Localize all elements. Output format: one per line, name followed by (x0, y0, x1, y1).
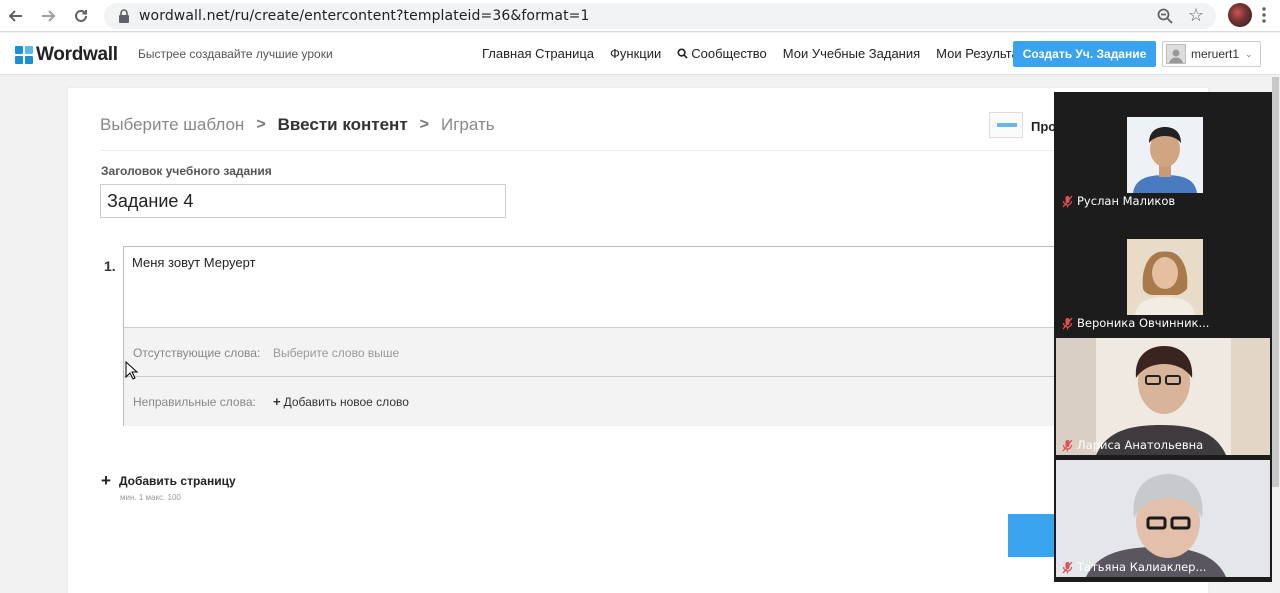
tagline: Быстрее создавайте лучшие уроки (138, 47, 333, 61)
username: meruert1 (1191, 47, 1240, 61)
zoom-icon[interactable] (1156, 7, 1174, 25)
site-header: Wordwall Быстрее создавайте лучшие уроки… (0, 33, 1280, 75)
item-editor: Меня зовут Меруерт Отсутствующие слова: … (123, 246, 1123, 426)
reload-icon[interactable] (70, 5, 92, 27)
item-text-input[interactable]: Меня зовут Меруерт (132, 255, 256, 270)
participant-name: Лариса Анатольевна (1062, 438, 1203, 452)
participant-name: Татьяна Калиаклер... (1062, 560, 1206, 574)
chevron-right-icon: > (419, 116, 429, 133)
url-text: wordwall.net/ru/create/entercontent?temp… (139, 8, 590, 24)
participant-tile[interactable]: Татьяна Калиаклер... (1056, 460, 1270, 577)
breadcrumb-step-template[interactable]: Выберите шаблон (100, 115, 244, 135)
video-call-panel: Руслан Маликов Вероника Овчинник... Лари… (1054, 92, 1272, 582)
participant-tile[interactable]: Вероника Овчинник... (1056, 216, 1270, 333)
participant-photo (1127, 239, 1203, 315)
participant-name: Вероника Овчинник... (1062, 316, 1209, 330)
create-activity-button[interactable]: Создать Уч. Задание (1013, 41, 1156, 67)
activity-title-label: Заголовок учебного задания (101, 164, 272, 178)
back-arrow-icon[interactable] (5, 5, 27, 27)
nav-community[interactable]: Сообщество (677, 46, 767, 61)
divider (100, 150, 1176, 151)
muted-mic-icon (1062, 317, 1073, 329)
browser-menu-icon[interactable] (1262, 6, 1266, 24)
add-word-button[interactable]: + Добавить новое слово (273, 394, 409, 409)
chevron-right-icon: > (256, 116, 266, 133)
page-limits: мин. 1 макс. 100 (120, 493, 181, 502)
nav-home[interactable]: Главная Страница (482, 46, 594, 61)
participant-name-label: Вероника Овчинник... (1077, 316, 1210, 330)
logo-grid-icon (15, 46, 33, 64)
page-scrollbar[interactable] (1271, 75, 1280, 593)
bookmark-star-icon[interactable]: ☆ (1188, 5, 1204, 26)
logo-text: Wordwall (36, 44, 118, 65)
browser-toolbar: wordwall.net/ru/create/entercontent?temp… (0, 0, 1280, 32)
plus-icon: + (273, 394, 281, 409)
muted-mic-icon (1062, 561, 1073, 573)
muted-mic-icon (1062, 439, 1073, 451)
add-page-button[interactable]: + Добавить страницу (101, 472, 236, 489)
breadcrumb: Выберите шаблон > Ввести контент > Играт… (100, 115, 495, 135)
participant-tile[interactable]: Лариса Анатольевна (1056, 338, 1270, 455)
missing-words-placeholder: Выберите слово выше (273, 345, 400, 360)
missing-words-label: Отсутствующие слова: (133, 345, 261, 360)
breadcrumb-step-play: Играть (441, 115, 495, 134)
chevron-down-icon: ⌄ (1245, 48, 1253, 59)
content-card: Выберите шаблон > Ввести контент > Играт… (68, 88, 1208, 593)
muted-mic-icon (1062, 195, 1073, 207)
scrollbar-thumb[interactable] (1272, 77, 1279, 487)
lock-icon (119, 9, 129, 23)
browser-profile-avatar[interactable] (1228, 3, 1252, 27)
main-nav: Главная Страница Функции Сообщество Мои … (482, 46, 1050, 61)
add-page-label: Добавить страницу (118, 473, 236, 488)
participant-name-label: Татьяна Калиаклер... (1077, 560, 1207, 574)
forward-arrow-icon[interactable] (37, 5, 59, 27)
mouse-cursor-icon (125, 361, 139, 380)
template-preview-thumbnail[interactable] (989, 112, 1023, 138)
search-icon (677, 48, 688, 59)
plus-icon: + (101, 471, 111, 490)
participant-photo (1127, 117, 1203, 193)
address-bar[interactable]: wordwall.net/ru/create/entercontent?temp… (104, 3, 1216, 29)
nav-features[interactable]: Функции (610, 46, 661, 61)
preview-label[interactable]: Про (1031, 119, 1056, 134)
participant-name-label: Руслан Маликов (1077, 194, 1176, 208)
wrong-words-label: Неправильные слова: (133, 394, 256, 409)
nav-community-label: Сообщество (691, 46, 767, 61)
activity-title-input[interactable] (100, 184, 506, 218)
nav-my-activities[interactable]: Мои Учебные Задания (783, 46, 920, 61)
item-number: 1. (104, 258, 116, 274)
breadcrumb-step-content: Ввести контент (277, 115, 408, 134)
wrong-words-row: Неправильные слова: + Добавить новое сло… (124, 376, 1122, 426)
missing-words-row: Отсутствующие слова: Выберите слово выше (124, 327, 1122, 377)
add-word-label: Добавить новое слово (283, 394, 409, 409)
wordwall-logo[interactable]: Wordwall (15, 44, 118, 66)
participant-tile[interactable]: Руслан Маликов (1056, 94, 1270, 211)
participant-name: Руслан Маликов (1062, 194, 1175, 208)
participant-name-label: Лариса Анатольевна (1077, 438, 1204, 452)
user-avatar-icon (1166, 44, 1186, 64)
user-menu[interactable]: meruert1 ⌄ (1162, 41, 1261, 67)
